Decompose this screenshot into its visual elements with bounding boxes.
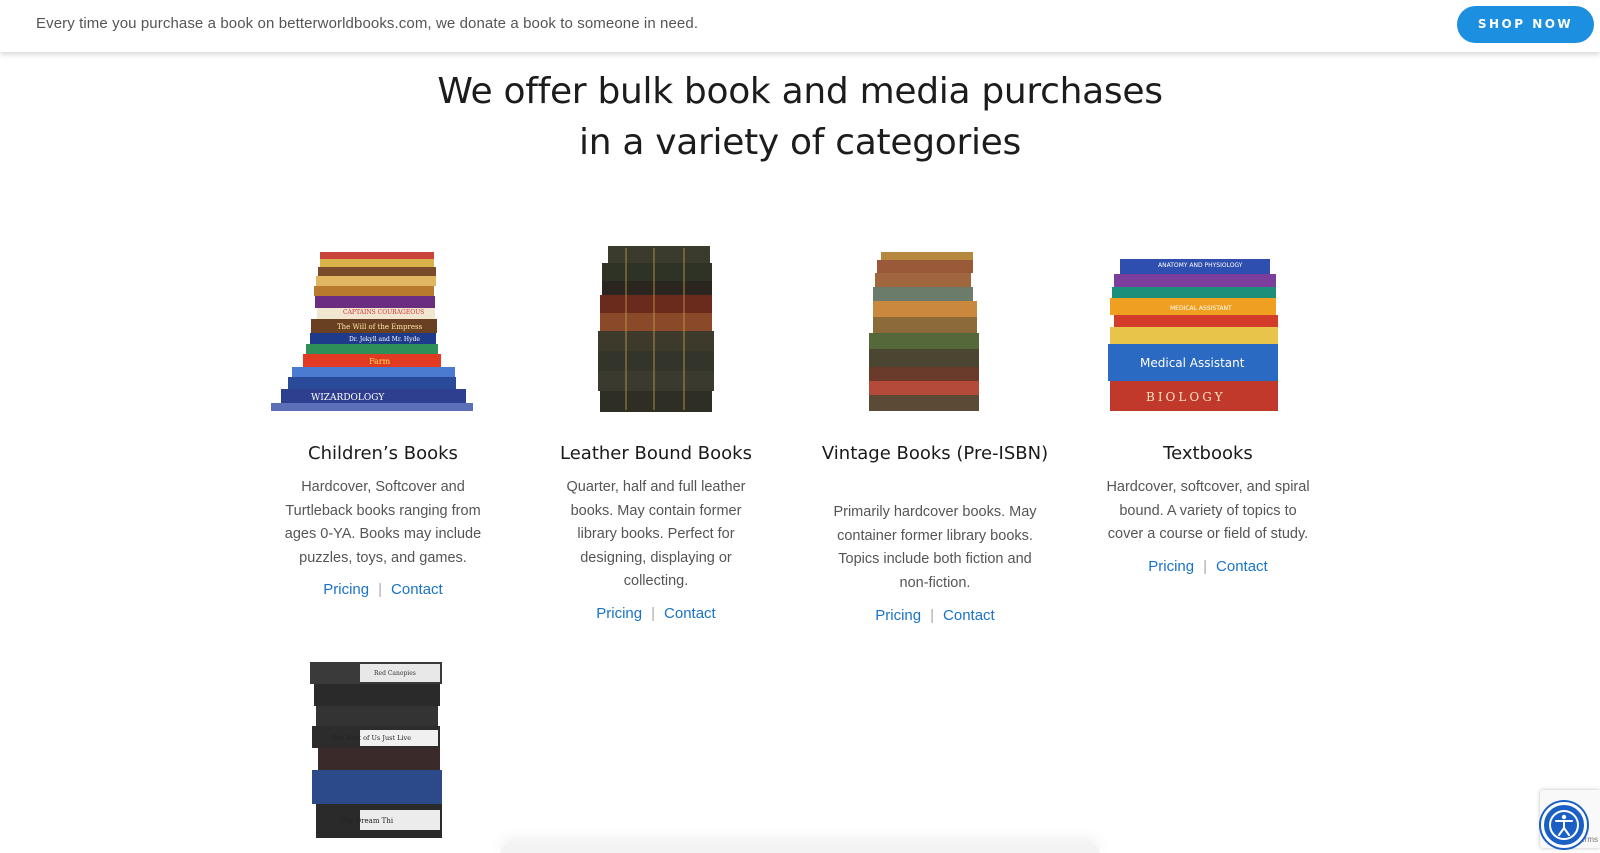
category-links: Pricing | Contact xyxy=(263,581,503,598)
svg-text:BIOLOGY: BIOLOGY xyxy=(1146,390,1226,404)
vhs-spine-label: Red Canopies xyxy=(374,670,416,677)
link-separator: | xyxy=(1203,558,1208,575)
contact-link[interactable]: Contact xyxy=(1216,558,1268,575)
category-card-textbooks: ANATOMY AND PHYSIOLOGY MEDICAL ASSISTANT… xyxy=(1088,243,1328,583)
bottom-panel-edge xyxy=(500,843,1100,853)
category-card-leather: Leather Bound Books Quarter, half and fu… xyxy=(536,243,776,633)
link-separator: | xyxy=(378,581,383,598)
link-separator: | xyxy=(930,607,935,624)
vhs-spine-label: The Best of Us Just Live xyxy=(332,734,411,742)
svg-text:ANATOMY AND PHYSIOLOGY: ANATOMY AND PHYSIOLOGY xyxy=(1158,262,1243,269)
vhs-spine-label: The Dream Thi xyxy=(340,817,394,825)
category-card-childrens: CAPTAINS COURAGEOUS The Will of the Empr… xyxy=(263,243,503,613)
svg-text:WIZARDOLOGY: WIZARDOLOGY xyxy=(311,393,385,403)
category-description: Primarily hardcover books. May container… xyxy=(833,504,1037,591)
vintage-book-stack-image xyxy=(869,252,979,411)
category-title: Leather Bound Books xyxy=(560,443,752,464)
contact-link[interactable]: Contact xyxy=(664,605,716,622)
vhs-tape-stack-image: Red Canopies The Best of Us Just Live Th… xyxy=(310,662,442,838)
category-title: Textbooks xyxy=(1163,443,1253,464)
textbook-stack-image: ANATOMY AND PHYSIOLOGY MEDICAL ASSISTANT… xyxy=(1108,259,1278,411)
category-links: Pricing | Contact xyxy=(1088,558,1328,575)
promo-message: Every time you purchase a book on better… xyxy=(36,15,699,32)
pricing-link[interactable]: Pricing xyxy=(1148,558,1194,575)
svg-text:CAPTAINS COURAGEOUS: CAPTAINS COURAGEOUS xyxy=(343,309,424,316)
shop-now-button[interactable]: SHOP NOW xyxy=(1457,6,1594,43)
svg-text:Dr. Jekyll and Mr. Hyde: Dr. Jekyll and Mr. Hyde xyxy=(349,336,420,343)
contact-link[interactable]: Contact xyxy=(943,607,995,624)
category-description: Hardcover, Softcover and Turtleback book… xyxy=(284,479,482,566)
leather-book-stack-image xyxy=(598,246,714,412)
category-description: Quarter, half and full leather books. Ma… xyxy=(566,479,746,589)
promo-bar: Every time you purchase a book on better… xyxy=(0,0,1600,52)
pricing-link[interactable]: Pricing xyxy=(596,605,642,622)
svg-text:Farm: Farm xyxy=(369,357,391,366)
accessibility-icon[interactable] xyxy=(1541,802,1587,848)
category-links: Pricing | Contact xyxy=(536,605,776,622)
category-links: Pricing | Contact xyxy=(815,607,1055,624)
category-card-vintage: Vintage Books (Pre-ISBN) Primarily hardc… xyxy=(815,243,1055,633)
childrens-book-stack-image: CAPTAINS COURAGEOUS The Will of the Empr… xyxy=(271,252,473,411)
heading-line-2: in a variety of categories xyxy=(579,122,1021,163)
section-heading: We offer bulk book and media purchases i… xyxy=(0,66,1600,168)
svg-text:MEDICAL ASSISTANT: MEDICAL ASSISTANT xyxy=(1170,305,1232,312)
category-description: Hardcover, softcover, and spiral bound. … xyxy=(1106,479,1310,542)
category-title: Children’s Books xyxy=(308,443,458,464)
svg-text:Medical Assistant: Medical Assistant xyxy=(1140,356,1245,370)
contact-link[interactable]: Contact xyxy=(391,581,443,598)
heading-line-1: We offer bulk book and media purchases xyxy=(437,71,1163,112)
svg-text:The Will of the Empress: The Will of the Empress xyxy=(337,323,423,331)
link-separator: | xyxy=(651,605,656,622)
category-title: Vintage Books (Pre-ISBN) xyxy=(821,443,1049,464)
pricing-link[interactable]: Pricing xyxy=(875,607,921,624)
pricing-link[interactable]: Pricing xyxy=(323,581,369,598)
